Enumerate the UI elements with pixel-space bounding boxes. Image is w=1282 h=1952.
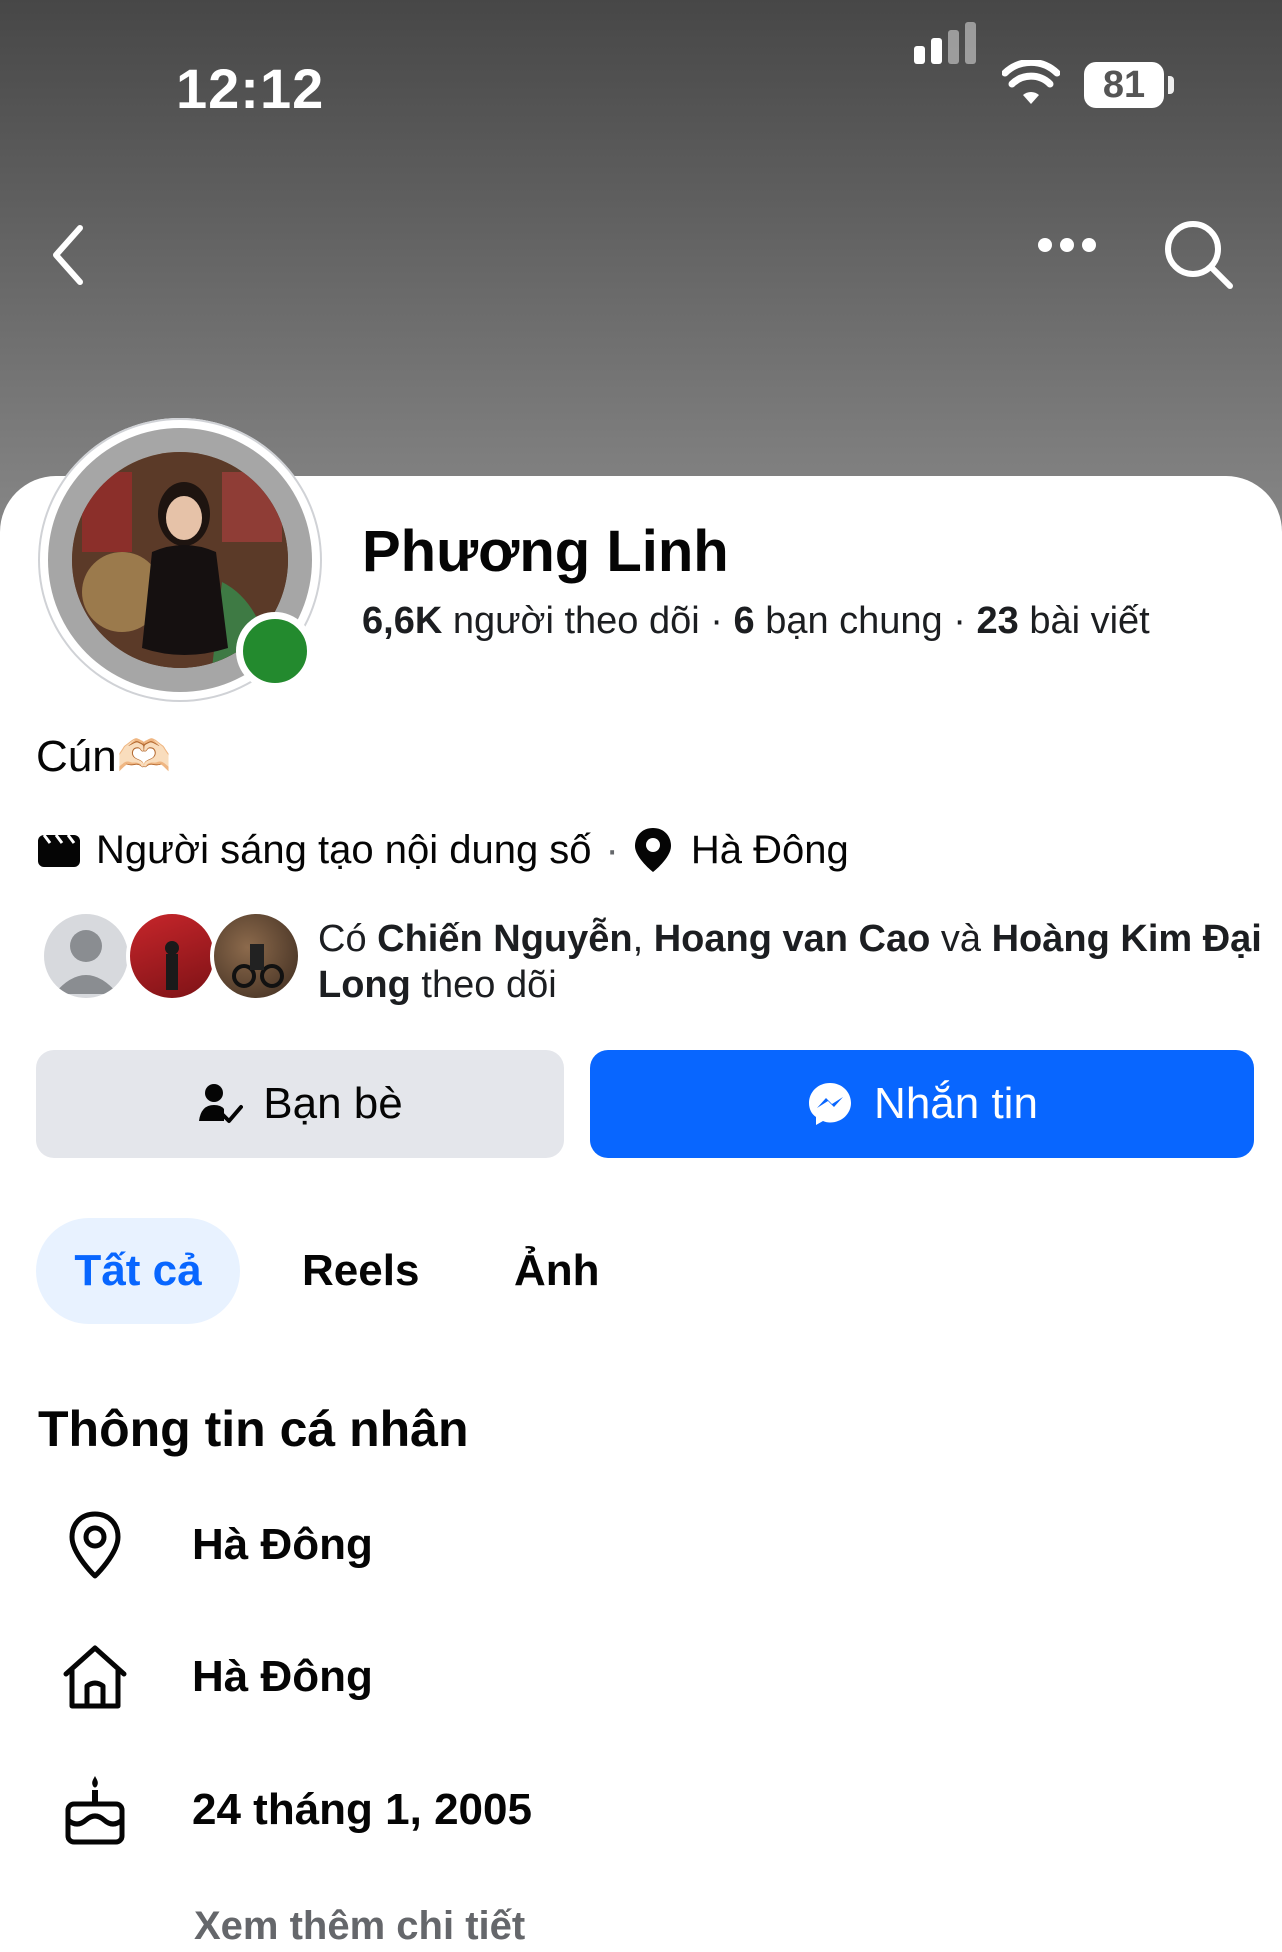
birthday-value: 24 tháng 1, 2005 (192, 1785, 532, 1834)
back-arrow-icon[interactable] (48, 222, 88, 288)
follower-avatar (210, 910, 302, 1002)
followed-comma: , (632, 918, 644, 960)
detail-current-city[interactable]: Hà Đông (60, 1510, 373, 1580)
detail-birthday[interactable]: 24 tháng 1, 2005 (60, 1774, 532, 1846)
mutual-friends-count[interactable]: 6 (733, 600, 754, 642)
follower-photo-image (165, 941, 179, 990)
mutual-friends-label[interactable]: bạn chung (765, 600, 943, 642)
clapperboard-icon (38, 834, 80, 867)
intro-separator: · (605, 827, 619, 872)
posts-label: bài viết (1029, 600, 1150, 642)
follower-avatar (126, 910, 218, 1002)
wifi-icon (1002, 60, 1060, 104)
followed-suffix: theo dõi (421, 964, 557, 1006)
stats-separator: · (710, 600, 734, 642)
followers-count[interactable]: 6,6K (362, 600, 442, 642)
profile-intro-line: Người sáng tạo nội dung số · Hà Đông (36, 826, 849, 874)
current-city-value: Hà Đông (192, 1520, 373, 1569)
profile-name: Phương Linh (362, 519, 729, 584)
mutual-followers-text: Có Chiến Nguyễn, Hoang van Cao và Hoàng … (318, 916, 1278, 1008)
profile-stats: 6,6K người theo dõi · 6 bạn chung · 23 b… (362, 600, 1150, 643)
followed-and: và (940, 918, 982, 960)
battery-icon: 81 (1084, 62, 1164, 108)
see-more-details-link[interactable]: Xem thêm chi tiết (194, 1904, 525, 1949)
message-button-label: Nhắn tin (874, 1079, 1038, 1128)
battery-tip (1168, 76, 1174, 94)
friends-button-label: Bạn bè (263, 1079, 403, 1128)
follower-name[interactable]: Chiến Nguyễn (377, 918, 632, 960)
hometown-value: Hà Đông (192, 1652, 373, 1701)
tab-photos[interactable]: Ảnh (514, 1218, 600, 1324)
follower-avatar-default (40, 910, 132, 1002)
friends-check-icon (199, 1084, 244, 1123)
profile-bio: Cún🫶🏻 (36, 732, 172, 781)
followed-prefix: Có (318, 918, 367, 960)
personal-info-title: Thông tin cá nhân (38, 1401, 469, 1457)
birthday-cake-icon (65, 1776, 125, 1845)
posts-count: 23 (976, 600, 1019, 642)
tab-all[interactable]: Tất cả (36, 1218, 240, 1324)
tab-reels[interactable]: Reels (302, 1218, 419, 1324)
followers-label[interactable]: người theo dõi (453, 600, 700, 642)
online-status-dot (236, 612, 314, 690)
messenger-icon (809, 1083, 852, 1125)
detail-hometown[interactable]: Hà Đông (60, 1642, 373, 1712)
follower-photo-image (232, 944, 284, 988)
person-placeholder-icon (54, 930, 118, 994)
status-time: 12:12 (176, 57, 325, 120)
friends-button[interactable]: Bạn bè (36, 1050, 564, 1158)
home-icon (63, 1645, 127, 1709)
message-button[interactable]: Nhắn tin (590, 1050, 1254, 1158)
location-pin-icon (634, 828, 671, 872)
search-icon[interactable] (1162, 218, 1236, 292)
category-label: Người sáng tạo nội dung số (96, 827, 592, 872)
stats-separator: · (953, 600, 977, 642)
more-options-icon[interactable] (1036, 236, 1098, 254)
follower-name[interactable]: Hoang van Cao (654, 918, 931, 960)
location-label[interactable]: Hà Đông (691, 828, 849, 873)
location-pin-icon (69, 1511, 121, 1579)
